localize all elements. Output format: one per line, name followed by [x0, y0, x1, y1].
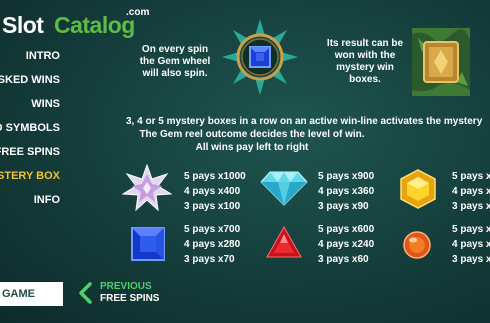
mystery-desc-line3: All wins pay left to right	[195, 142, 309, 153]
logo-slot-text: Slot	[2, 12, 44, 38]
pay-line: 3 pays x70	[184, 254, 235, 265]
menu-item-info[interactable]: INFO	[34, 194, 60, 206]
pay-line: 3 pays x60	[318, 254, 369, 265]
star-gem-icon	[122, 164, 172, 212]
paytable-entry: 5 pays x900 4 pays x360 3 pays x90	[318, 169, 374, 214]
menu-item-free-spins[interactable]: FREE SPINS	[0, 146, 60, 158]
previous-label: PREVIOUS	[100, 281, 152, 292]
logo-catalog-text: Catalog	[54, 12, 135, 38]
pay-line: 5 pays x700	[184, 224, 241, 235]
pay-line: 5 pays x	[452, 224, 490, 235]
yellow-gem-icon	[400, 169, 436, 209]
mystery-desc-line1: 3, 4 or 5 mystery boxes in a row on an a…	[126, 116, 483, 127]
orange-orb-gem-icon	[403, 231, 431, 259]
paytable-entry: 5 pays x700 4 pays x280 3 pays x70	[184, 222, 240, 267]
gem-wheel-icon	[222, 19, 298, 95]
menu-item-mystery-box[interactable]: YSTERY BOX	[0, 170, 60, 182]
pay-line: 3 pays x	[452, 254, 490, 265]
menu-item-wins[interactable]: WINS	[31, 98, 60, 110]
diamond-gem-icon	[260, 171, 308, 206]
pay-line: 4 pays x	[452, 239, 490, 250]
paytable-entry: 5 pays x600 4 pays x240 3 pays x60	[318, 222, 374, 267]
paytable-entry: 5 pays x1000 4 pays x400 3 pays x100	[184, 169, 246, 214]
previous-target-label: FREE SPINS	[100, 293, 160, 304]
menu-item-wild-symbols[interactable]: D SYMBOLS	[0, 122, 60, 134]
paytable-entry: 5 pays x 4 pays x 3 pays x	[452, 169, 490, 214]
pay-line: 3 pays x90	[318, 201, 369, 212]
game-button[interactable]: GAME	[0, 282, 63, 306]
mystery-box-icon	[412, 28, 470, 96]
red-triangle-gem-icon	[266, 226, 302, 258]
mystery-win-text: Its result can be won with the mystery w…	[326, 38, 404, 85]
menu-item-masked-wins[interactable]: ASKED WINS	[0, 74, 60, 86]
pay-line: 3 pays x100	[184, 201, 241, 212]
pay-line: 4 pays x400	[184, 186, 241, 197]
blue-square-gem-icon	[131, 227, 165, 261]
pay-line: 4 pays x360	[318, 186, 375, 197]
pay-line: 5 pays x900	[318, 171, 375, 182]
pay-line: 5 pays x1000	[184, 171, 246, 182]
pay-line: 5 pays x	[452, 171, 490, 182]
chevron-left-icon	[79, 282, 92, 304]
pay-line: 4 pays x280	[184, 239, 241, 250]
pay-line: 4 pays x240	[318, 239, 375, 250]
logo-com-text: .com	[126, 7, 150, 18]
gem-wheel-text: On every spin the Gem wheel will also sp…	[139, 44, 211, 79]
paytable-entry: 5 pays x 4 pays x 3 pays x	[452, 222, 490, 267]
mystery-desc-line2: The Gem reel outcome decides the level o…	[139, 129, 365, 140]
pay-line: 3 pays x	[452, 201, 490, 212]
menu-item-intro[interactable]: INTRO	[26, 50, 60, 62]
pay-line: 4 pays x	[452, 186, 490, 197]
pay-line: 5 pays x600	[318, 224, 375, 235]
